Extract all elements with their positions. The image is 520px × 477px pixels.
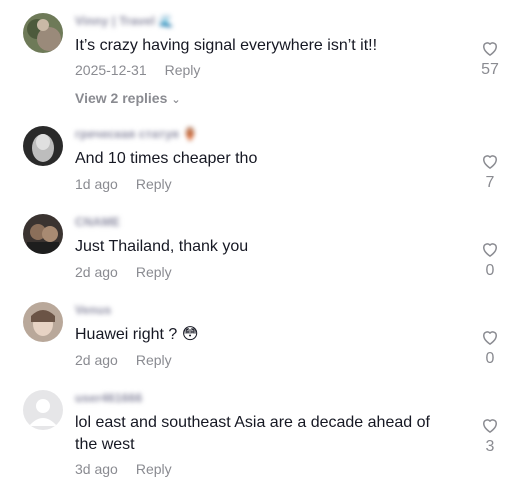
like-count: 3: [485, 438, 495, 455]
like-count: 0: [485, 262, 495, 279]
comment-text: And 10 times cheaper tho: [75, 150, 258, 167]
reply-button[interactable]: Reply: [136, 352, 172, 368]
comment-meta: 3d ago Reply: [75, 461, 172, 477]
username[interactable]: греческая статуя 🏺: [75, 127, 198, 141]
comment-date: 1d ago: [75, 176, 118, 192]
reply-button[interactable]: Reply: [136, 461, 172, 477]
comment-meta: 2025-12-31 Reply: [75, 62, 200, 78]
view-replies-button[interactable]: View 2 replies ⌄: [75, 90, 181, 106]
username[interactable]: Venus: [75, 303, 111, 317]
comment-date: 3d ago: [75, 461, 118, 477]
heart-outline-icon: [482, 419, 498, 433]
comment-meta: 2d ago Reply: [75, 264, 172, 280]
comment-date: 2d ago: [75, 352, 118, 368]
like-count: 7: [485, 174, 495, 191]
avatar[interactable]: [23, 13, 63, 53]
heart-outline-icon: [482, 155, 498, 169]
like-button[interactable]: 0: [476, 239, 504, 280]
comment-text: lol east and southeast Asia are a decade…: [75, 414, 430, 453]
like-button[interactable]: 0: [476, 327, 504, 368]
comment-text: Huawei right ? 😳: [75, 326, 199, 343]
heart-outline-icon: [482, 42, 498, 56]
like-count: 0: [485, 350, 495, 367]
view-replies-label: View 2 replies: [75, 90, 168, 106]
like-count: 57: [481, 61, 499, 78]
username[interactable]: user461666: [75, 391, 142, 405]
like-button[interactable]: 3: [476, 415, 504, 456]
avatar[interactable]: [23, 214, 63, 254]
avatar[interactable]: [23, 302, 63, 342]
username[interactable]: CNAME: [75, 215, 120, 229]
comment-meta: 1d ago Reply: [75, 176, 172, 192]
reply-button[interactable]: Reply: [165, 62, 201, 78]
reply-button[interactable]: Reply: [136, 264, 172, 280]
like-button[interactable]: 7: [476, 151, 504, 192]
heart-outline-icon: [482, 243, 498, 257]
avatar[interactable]: [23, 126, 63, 166]
comment-meta: 2d ago Reply: [75, 352, 172, 368]
chevron-down-icon: ⌄: [171, 94, 181, 106]
heart-outline-icon: [482, 331, 498, 345]
avatar[interactable]: [23, 390, 63, 430]
username[interactable]: Vinny | Travel 🌊: [75, 14, 174, 28]
comment-text: It’s crazy having signal everywhere isn’…: [75, 37, 378, 54]
comment-date: 2d ago: [75, 264, 118, 280]
comment-date: 2025-12-31: [75, 62, 147, 78]
comment-text: Just Thailand, thank you: [75, 238, 249, 255]
reply-button[interactable]: Reply: [136, 176, 172, 192]
like-button[interactable]: 57: [476, 38, 504, 79]
